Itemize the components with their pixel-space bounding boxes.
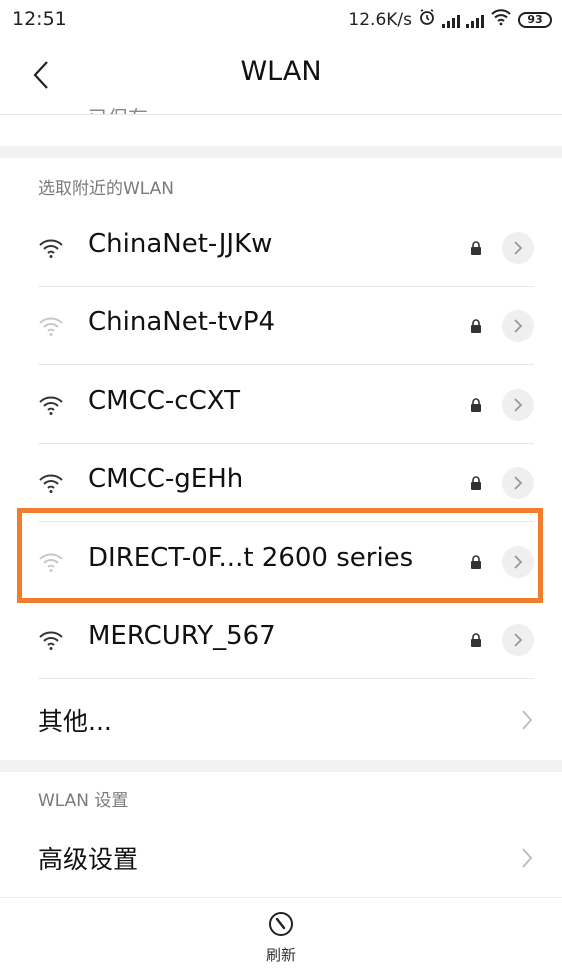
status-time: 12:51 xyxy=(12,8,67,30)
network-details-button[interactable] xyxy=(502,389,534,421)
settings-section-label: WLAN 设置 xyxy=(38,791,129,811)
saved-section-label: 已保存 xyxy=(88,102,148,114)
wifi-icon xyxy=(38,315,64,337)
network-details-button[interactable] xyxy=(502,624,534,656)
status-right: 12.6K/s 93 xyxy=(348,8,552,31)
network-details-button[interactable] xyxy=(502,232,534,264)
page-title: WLAN xyxy=(240,56,322,87)
status-bar: 12:51 12.6K/s 93 xyxy=(0,0,562,36)
network-speed: 12.6K/s xyxy=(348,9,412,30)
nearby-section-label: 选取附近的WLAN xyxy=(38,179,175,199)
wifi-icon xyxy=(38,472,64,494)
wifi-network-row[interactable]: ChinaNet-JJKw xyxy=(0,209,562,287)
wifi-ssid: ChinaNet-tvP4 xyxy=(88,307,276,337)
other-networks-row[interactable]: 其他... xyxy=(0,682,562,760)
lock-icon xyxy=(470,318,482,333)
lock-icon xyxy=(470,240,482,255)
chevron-right-icon xyxy=(520,845,534,871)
network-details-button[interactable] xyxy=(502,310,534,342)
section-gap-2 xyxy=(0,760,562,772)
wifi-ssid: CMCC-gEHh xyxy=(88,464,244,494)
refresh-icon xyxy=(267,912,295,942)
refresh-button[interactable]: 刷新 xyxy=(0,910,562,965)
wifi-network-row[interactable]: CMCC-cCXT xyxy=(0,366,562,444)
wifi-status-icon xyxy=(490,8,512,31)
wifi-network-row[interactable]: ChinaNet-tvP4 xyxy=(0,287,562,365)
wifi-icon xyxy=(38,629,64,651)
wifi-ssid: MERCURY_567 xyxy=(88,621,276,651)
top-bar: WLAN 已保存 xyxy=(0,36,562,115)
advanced-settings-label: 高级设置 xyxy=(38,845,139,874)
signal-icon xyxy=(442,12,460,28)
section-gap xyxy=(0,146,562,158)
refresh-label: 刷新 xyxy=(265,946,296,964)
wifi-icon xyxy=(38,394,64,416)
divider xyxy=(38,364,534,365)
wifi-icon xyxy=(38,237,64,259)
battery-level: 93 xyxy=(527,13,543,26)
wifi-ssid: CMCC-cCXT xyxy=(88,386,240,416)
battery-icon: 93 xyxy=(518,11,552,28)
signal-icon-2 xyxy=(466,12,484,28)
other-label: 其他... xyxy=(38,707,112,736)
wifi-ssid: ChinaNet-JJKw xyxy=(88,229,273,259)
alarm-icon xyxy=(418,8,436,31)
advanced-settings-row[interactable]: 高级设置 xyxy=(0,820,562,898)
network-details-button[interactable] xyxy=(502,467,534,499)
lock-icon xyxy=(470,632,482,647)
divider xyxy=(0,897,562,898)
highlight-box xyxy=(17,508,543,603)
wifi-network-row[interactable]: MERCURY_567 xyxy=(0,601,562,679)
lock-icon xyxy=(470,475,482,490)
divider xyxy=(38,678,534,679)
chevron-right-icon xyxy=(520,707,534,733)
lock-icon xyxy=(470,397,482,412)
